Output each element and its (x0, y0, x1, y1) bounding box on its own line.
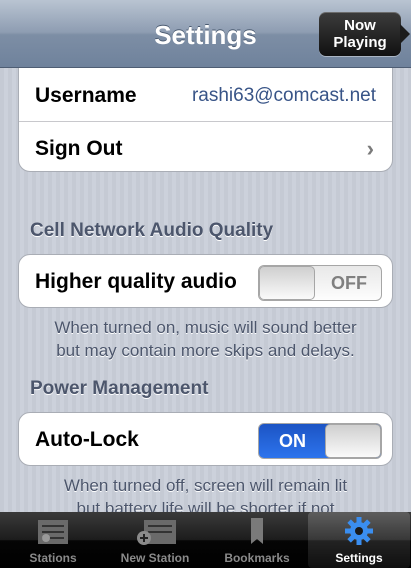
chevron-right-icon: › (366, 136, 374, 161)
power-group: Auto-Lock ON (18, 412, 393, 466)
gear-icon (345, 517, 373, 545)
tab-stations-label: Stations (29, 551, 77, 565)
toggle-state-label: ON (279, 431, 306, 451)
toggle-knob (259, 266, 315, 300)
tab-settings[interactable]: Settings (308, 512, 410, 568)
now-playing-label-line1: Now (344, 17, 376, 34)
username-value: rashi63@comcast.net (191, 85, 376, 106)
audio-footnote-line1: When turned on, music will sound better (54, 318, 357, 337)
auto-lock-row: Auto-Lock ON (19, 413, 392, 465)
username-row: Username rashi63@comcast.net (19, 69, 392, 121)
power-footnote: When turned off, screen will remain lit … (20, 474, 391, 512)
tab-new-station-label: New Station (120, 551, 190, 565)
sign-out-label: Sign Out (35, 137, 123, 160)
tab-new-station[interactable]: New Station (104, 512, 206, 568)
tab-stations[interactable]: Stations (2, 512, 104, 568)
power-section-header: Power Management (30, 378, 209, 399)
bookmark-icon (251, 518, 263, 544)
toggle-state-label: OFF (331, 273, 367, 293)
auto-lock-toggle[interactable]: ON (258, 423, 382, 459)
tab-bookmarks[interactable]: Bookmarks (206, 512, 308, 568)
new-station-icon (137, 520, 176, 545)
higher-quality-audio-row: Higher quality audio OFF (19, 255, 392, 307)
stations-icon (38, 520, 68, 544)
power-footnote-line2: but battery life will be shorter if not (76, 499, 335, 512)
now-playing-button[interactable]: Now Playing (319, 12, 410, 56)
sign-out-row[interactable]: Sign Out › (19, 121, 392, 174)
tab-settings-label: Settings (335, 551, 383, 565)
username-label: Username (35, 84, 137, 107)
tab-bar: Stations New Station Bookmarks Settings (0, 512, 411, 568)
audio-group: Higher quality audio OFF (18, 254, 393, 308)
toggle-knob (325, 424, 381, 458)
navigation-bar: Settings Now Playing (0, 0, 411, 68)
higher-quality-audio-toggle[interactable]: OFF (258, 265, 382, 301)
audio-section-header: Cell Network Audio Quality (30, 220, 274, 241)
audio-footnote-line2: but may contain more skips and delays. (56, 341, 355, 360)
now-playing-label-line2: Playing (333, 34, 387, 51)
power-footnote-line1: When turned off, screen will remain lit (63, 476, 348, 495)
settings-scroll-area[interactable]: Username rashi63@comcast.net Sign Out › … (0, 68, 411, 512)
auto-lock-label: Auto-Lock (35, 428, 139, 451)
account-group: Username rashi63@comcast.net Sign Out › (18, 68, 393, 172)
tab-bookmarks-label: Bookmarks (224, 551, 290, 565)
higher-quality-audio-label: Higher quality audio (35, 270, 237, 293)
audio-footnote: When turned on, music will sound better … (20, 316, 391, 362)
